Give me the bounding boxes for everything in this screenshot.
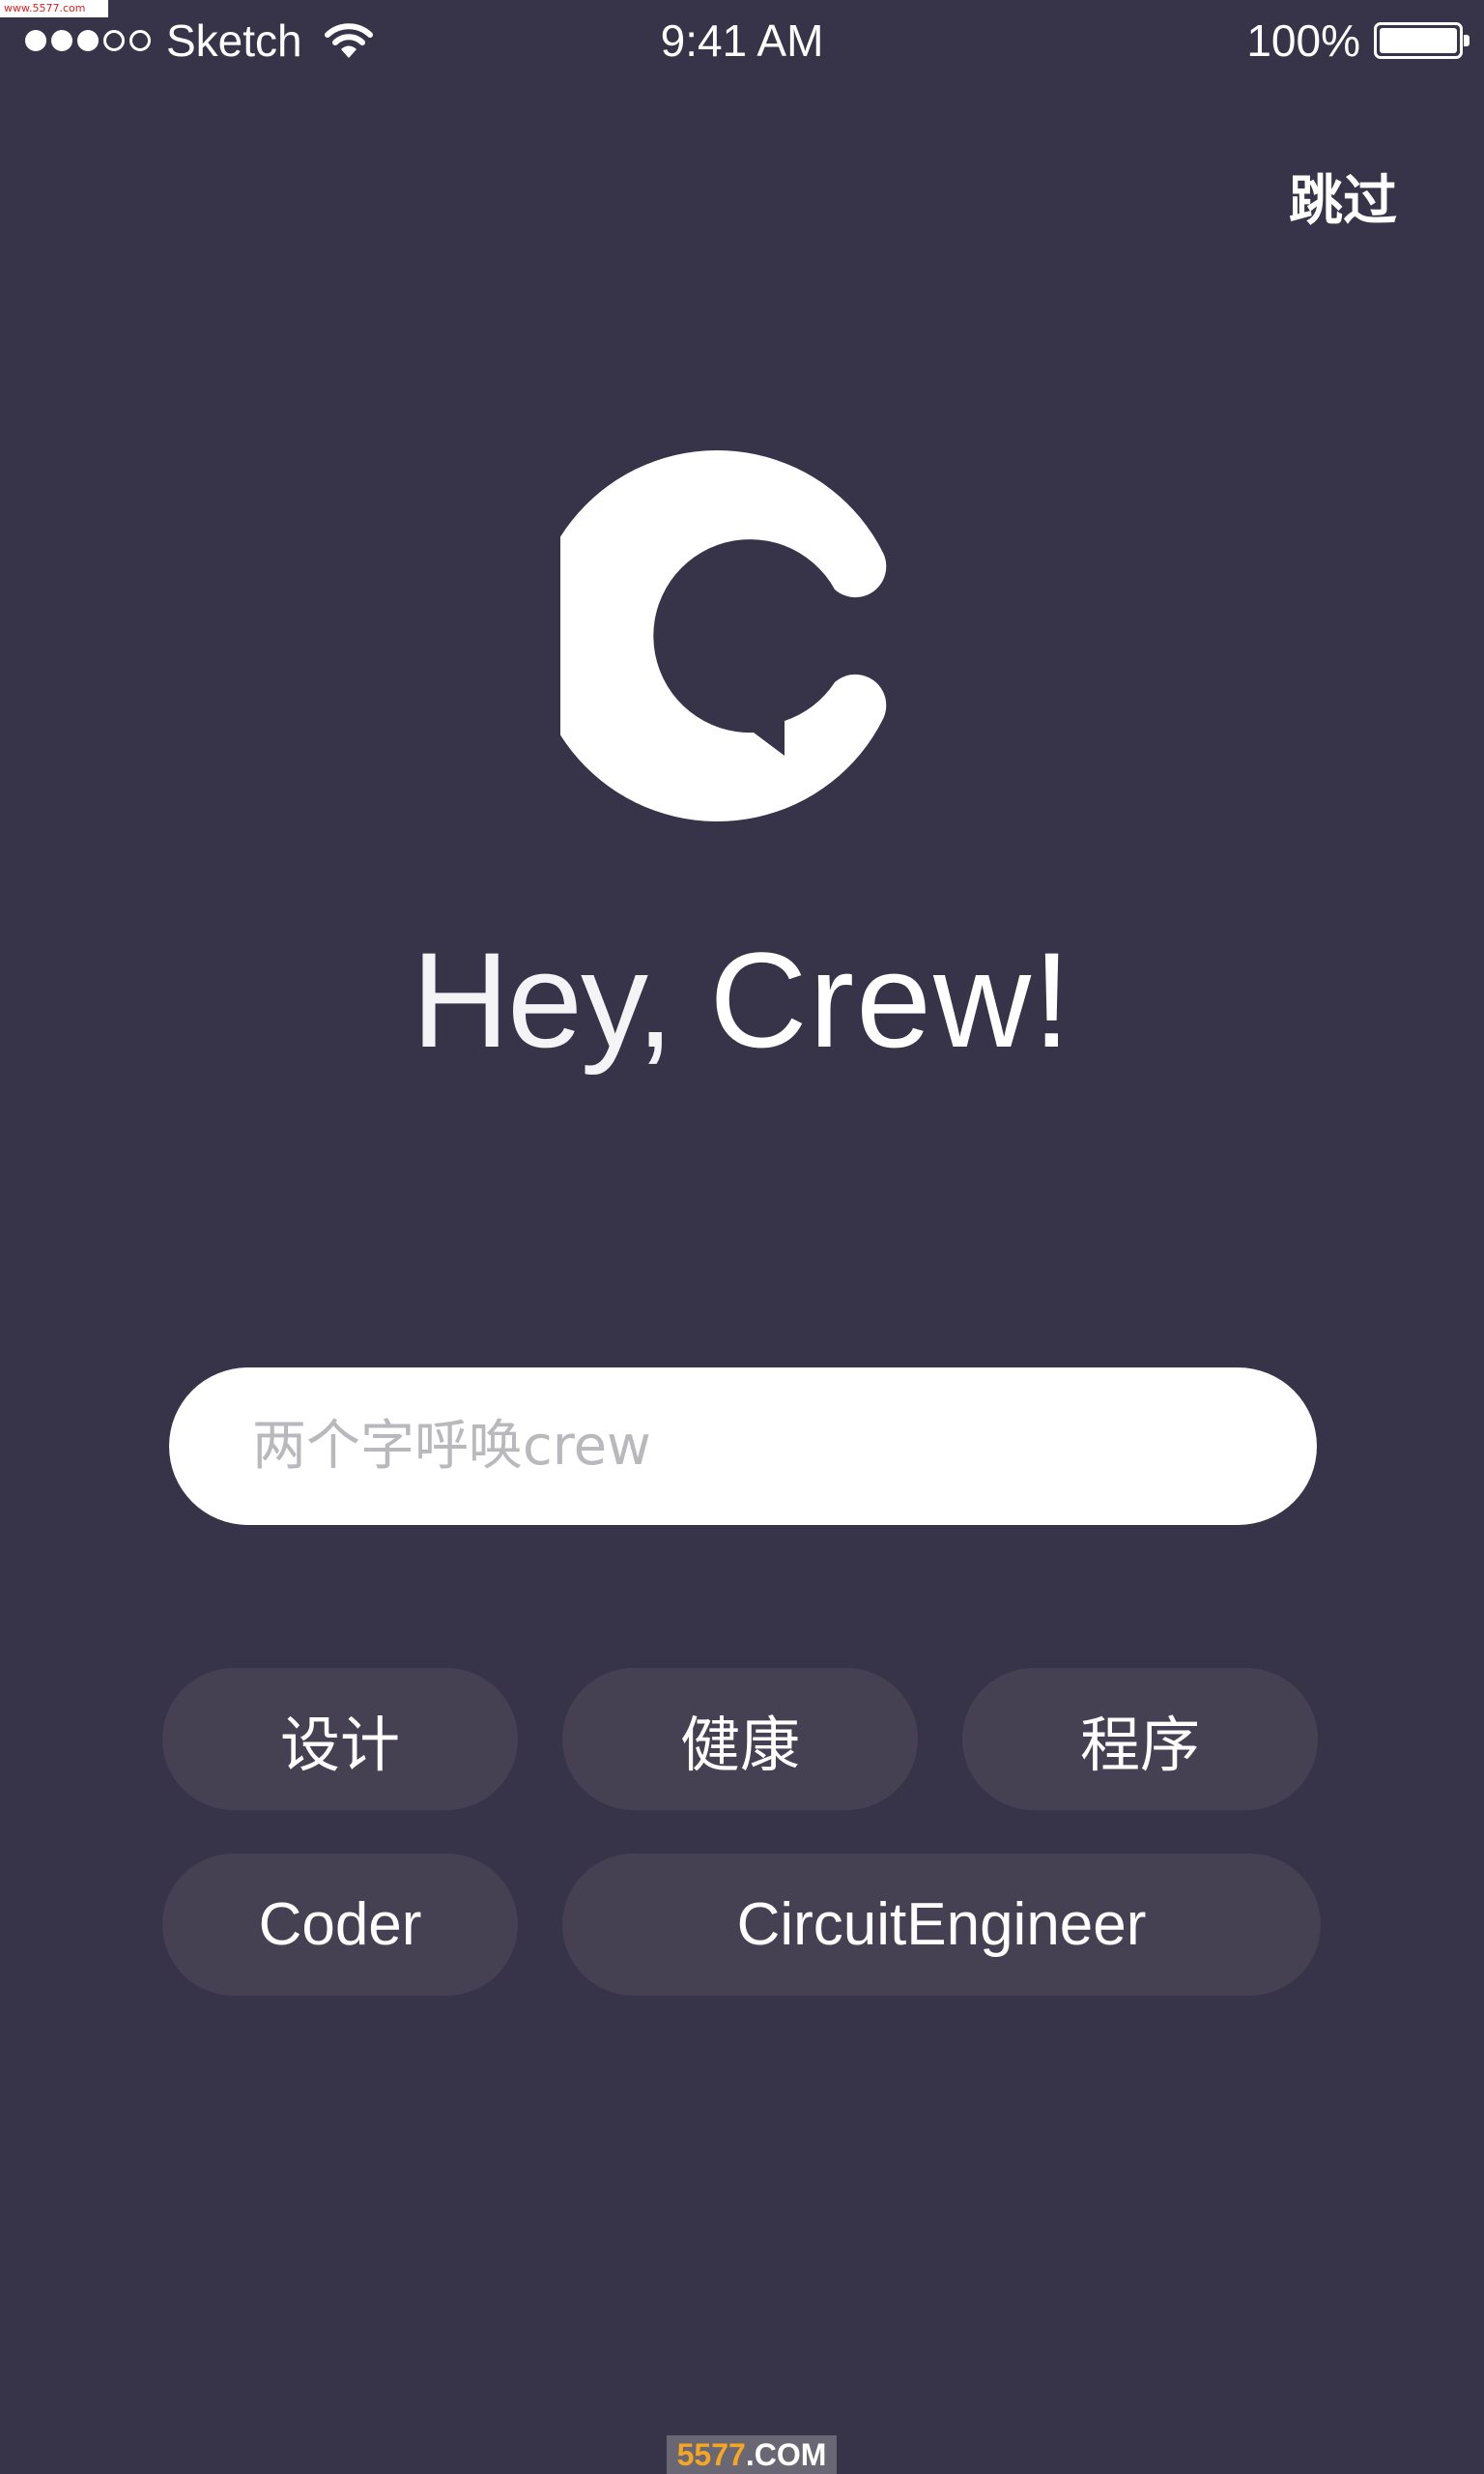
tag-circuit-engineer[interactable]: CircuitEngineer — [562, 1854, 1321, 1996]
battery-tip — [1464, 35, 1470, 46]
search-input[interactable] — [250, 1414, 1317, 1479]
tag-label: 程序 — [1079, 1712, 1200, 1779]
status-right: 100% — [1246, 14, 1470, 68]
battery-fill — [1380, 28, 1457, 53]
watermark-domain: .COM — [745, 2437, 827, 2472]
watermark-bottom: 5577.COM — [667, 2435, 837, 2474]
tag-design[interactable]: 设计 — [162, 1668, 518, 1810]
crew-logo-icon — [560, 450, 887, 821]
watermark-number: 5577 — [676, 2437, 746, 2472]
tag-programming[interactable]: 程序 — [962, 1668, 1318, 1810]
status-bar: Sketch 9:41 AM 100% — [0, 0, 1484, 81]
skip-button[interactable]: 跳过 — [1289, 162, 1397, 240]
greeting-hey: Hey, — [412, 924, 673, 1076]
tag-label: CircuitEngineer — [736, 1891, 1147, 1958]
greeting-crew: Crew! — [709, 924, 1072, 1076]
battery-percent: 100% — [1246, 15, 1360, 66]
tag-label: 设计 — [279, 1712, 400, 1779]
search-field[interactable] — [169, 1367, 1317, 1525]
tag-coder[interactable]: Coder — [162, 1854, 518, 1996]
battery-icon — [1374, 22, 1470, 59]
tag-label: Coder — [258, 1891, 422, 1958]
greeting-heading: Hey, Crew! — [0, 928, 1484, 1073]
tag-label: 健康 — [679, 1712, 800, 1779]
tag-health[interactable]: 健康 — [562, 1668, 918, 1810]
